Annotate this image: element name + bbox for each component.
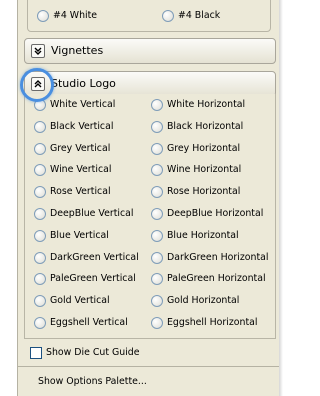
studio-logo-title: Studio Logo	[51, 77, 116, 90]
radio-button[interactable]	[151, 208, 163, 220]
option-label: Black Vertical	[50, 120, 114, 132]
radio-button[interactable]	[151, 99, 163, 111]
die-cut-guide-checkbox[interactable]	[30, 347, 42, 359]
panel-shadow	[279, 0, 283, 396]
radio-button[interactable]	[34, 295, 46, 308]
radio-button[interactable]	[151, 273, 163, 286]
option-label: White Horizontal	[167, 99, 246, 110]
show-options-palette-button[interactable]: Show Options Palette...	[22, 368, 276, 396]
option-label: Wine Horizontal	[167, 164, 242, 176]
top-options-group: #4 White #4 Black	[27, 0, 271, 32]
option-label: Gold Horizontal	[167, 295, 240, 307]
highlight-ring	[20, 68, 54, 102]
studio-logo-option[interactable]: Blue Vertical	[34, 229, 146, 243]
studio-logo-option[interactable]: Grey Vertical	[34, 142, 146, 156]
radio-button[interactable]	[151, 142, 163, 155]
option-4-white[interactable]: #4 White	[37, 9, 147, 23]
option-label: Blue Vertical	[50, 229, 109, 241]
studio-logo-option[interactable]: Gold Vertical	[34, 294, 146, 308]
radio-button[interactable]	[34, 273, 46, 286]
radio-button[interactable]	[151, 317, 163, 329]
option-label: DarkGreen Vertical	[50, 251, 139, 263]
option-label: Grey Vertical	[50, 142, 111, 154]
studio-logo-option[interactable]: PaleGreen Horizontal	[151, 272, 273, 286]
studio-logo-option[interactable]: Black Horizontal	[151, 120, 273, 134]
studio-logo-option[interactable]: PaleGreen Vertical	[34, 272, 146, 286]
option-label: Rose Horizontal	[167, 186, 241, 198]
option-label: Rose Vertical	[50, 186, 111, 198]
studio-logo-option[interactable]: Blue Horizontal	[151, 229, 273, 243]
option-label: Grey Horizontal	[167, 142, 241, 154]
divider	[18, 366, 280, 367]
vignettes-header[interactable]: Vignettes	[24, 38, 276, 64]
option-label: Black Horizontal	[167, 120, 244, 132]
option-label: Blue Horizontal	[167, 229, 239, 241]
radio-button[interactable]	[151, 164, 163, 177]
radio-button[interactable]	[151, 186, 163, 199]
die-cut-guide-label: Show Die Cut Guide	[46, 347, 140, 358]
studio-logo-option[interactable]: DeepBlue Vertical	[34, 207, 146, 221]
studio-logo-option[interactable]: DarkGreen Horizontal	[151, 251, 273, 265]
chevron-down-double-icon	[34, 47, 42, 55]
studio-logo-option[interactable]: Eggshell Horizontal	[151, 316, 273, 330]
options-panel: #4 White #4 Black Vignettes Studio Logo …	[17, 0, 280, 396]
option-label: Eggshell Vertical	[50, 317, 128, 328]
radio-button[interactable]	[151, 229, 163, 242]
radio-button[interactable]	[34, 229, 46, 242]
option-label: DeepBlue Vertical	[50, 208, 134, 219]
studio-logo-option[interactable]: DeepBlue Horizontal	[151, 207, 273, 221]
option-label: Gold Vertical	[50, 295, 110, 307]
option-label: PaleGreen Horizontal	[167, 273, 266, 285]
option-label: Wine Vertical	[50, 164, 112, 176]
radio-button[interactable]	[34, 120, 46, 133]
radio-button[interactable]	[34, 317, 46, 329]
radio-button[interactable]	[34, 208, 46, 220]
radio-button[interactable]	[37, 10, 49, 22]
studio-logo-option[interactable]: Wine Horizontal	[151, 163, 273, 177]
radio-button[interactable]	[151, 295, 163, 308]
vignettes-title: Vignettes	[51, 44, 104, 57]
studio-logo-option[interactable]: Gold Horizontal	[151, 294, 273, 308]
radio-button[interactable]	[34, 164, 46, 177]
expand-toggle-button[interactable]	[31, 44, 45, 58]
option-label: DarkGreen Horizontal	[167, 251, 269, 263]
studio-logo-option[interactable]: Black Vertical	[34, 120, 146, 134]
radio-button[interactable]	[151, 251, 163, 264]
radio-button[interactable]	[151, 120, 163, 133]
studio-logo-option[interactable]: Grey Horizontal	[151, 142, 273, 156]
option-label: White Vertical	[50, 99, 116, 110]
radio-button[interactable]	[34, 251, 46, 264]
studio-logo-option[interactable]: DarkGreen Vertical	[34, 251, 146, 265]
option-label: DeepBlue Horizontal	[167, 208, 264, 219]
option-label: Eggshell Horizontal	[167, 317, 258, 328]
studio-logo-options: White Vertical Black Vertical Grey Vertica…	[24, 94, 276, 339]
radio-button[interactable]	[34, 142, 46, 155]
studio-logo-option[interactable]: Eggshell Vertical	[34, 316, 146, 330]
radio-button[interactable]	[162, 10, 174, 22]
studio-logo-option[interactable]: Rose Horizontal	[151, 185, 273, 199]
radio-button[interactable]	[34, 186, 46, 199]
option-4-black[interactable]: #4 Black	[162, 9, 262, 23]
studio-logo-option[interactable]: White Horizontal	[151, 98, 273, 112]
studio-logo-option[interactable]: Rose Vertical	[34, 185, 146, 199]
studio-logo-option[interactable]: White Vertical	[34, 98, 146, 112]
studio-logo-option[interactable]: Wine Vertical	[34, 163, 146, 177]
option-label: PaleGreen Vertical	[50, 273, 136, 285]
